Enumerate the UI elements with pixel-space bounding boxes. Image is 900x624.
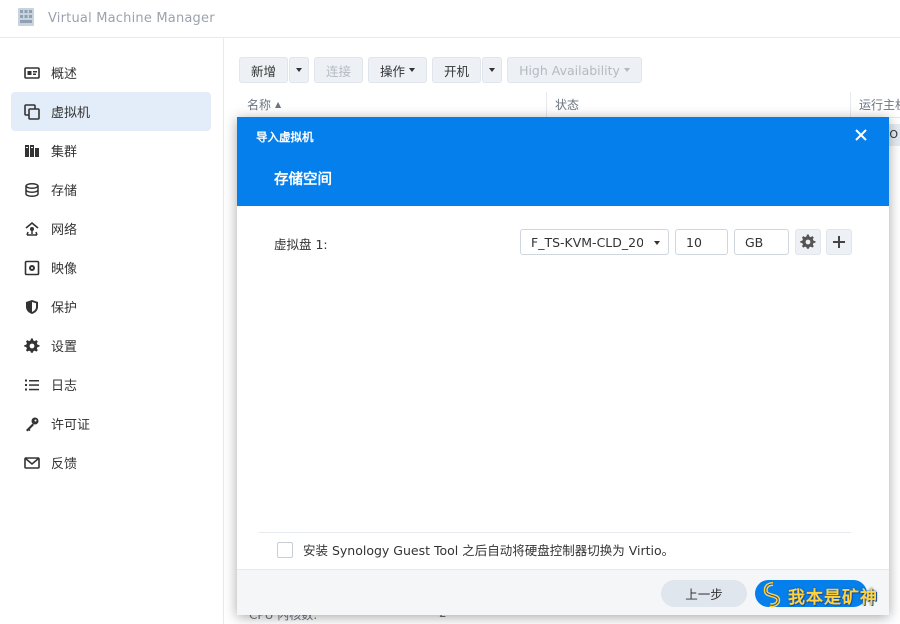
action-button-label: 操作 — [380, 63, 406, 79]
storage-icon — [23, 181, 41, 199]
gear-icon — [800, 234, 816, 249]
sidebar-item-label: 虚拟机 — [51, 106, 91, 121]
sidebar-item-network[interactable]: 网络 — [11, 209, 211, 248]
column-header-name[interactable]: 名称 ▲ — [239, 92, 547, 117]
mail-icon — [23, 454, 41, 472]
watermark: 我本是矿神 — [762, 578, 890, 612]
sidebar-item-license[interactable]: 许可证 — [11, 404, 211, 443]
sidebar-item-label: 许可证 — [51, 418, 91, 433]
action-button[interactable]: 操作 — [368, 57, 428, 83]
overview-icon — [23, 64, 41, 82]
chevron-down-icon — [296, 68, 303, 72]
dialog-title: 导入虚拟机 — [256, 130, 314, 144]
shield-icon — [23, 298, 41, 316]
sidebar-item-log[interactable]: 日志 — [11, 365, 211, 404]
step-title: 存储空间 — [274, 172, 332, 188]
sidebar: 概述 虚拟机 集群 存储 网络 映像 保护 设置 日志 许可证 反馈 — [0, 38, 224, 624]
plus-icon — [833, 236, 845, 248]
power-on-dropdown-button[interactable] — [482, 57, 503, 83]
connect-button[interactable]: 连接 — [314, 57, 364, 83]
guest-tool-option: 安装 Synology Guest Tool 之后自动将硬盘控制器切换为 Vir… — [277, 540, 674, 559]
toolbar: 新增 连接 操作 开机 High Availability — [239, 57, 642, 83]
column-header-label: 运行主机 — [859, 98, 900, 112]
column-header-label: 状态 — [555, 98, 580, 112]
log-list-icon — [23, 376, 41, 394]
storage-select-value: F_TS-KVM-CLD_20 — [531, 234, 643, 250]
watermark-text: 我本是矿神 — [788, 587, 878, 608]
disk-unit-select[interactable]: GB — [734, 229, 789, 255]
sidebar-item-label: 保护 — [51, 301, 78, 316]
high-availability-label: High Availability — [519, 62, 620, 78]
create-button[interactable]: 新增 — [239, 57, 289, 83]
sidebar-item-settings[interactable]: 设置 — [11, 326, 211, 365]
column-header-host[interactable]: 运行主机 — [851, 92, 900, 117]
sidebar-item-feedback[interactable]: 反馈 — [11, 443, 211, 482]
sidebar-item-label: 映像 — [51, 262, 78, 277]
disk-settings-button[interactable] — [795, 229, 821, 255]
close-icon[interactable] — [853, 127, 869, 143]
import-vm-dialog: 导入虚拟机 存储空间 虚拟盘 1: F_TS-KVM-CLD_20 GB 安装 … — [237, 117, 889, 615]
guest-tool-label: 安装 Synology Guest Tool 之后自动将硬盘控制器切换为 Vir… — [303, 543, 675, 558]
previous-button[interactable]: 上一步 — [661, 580, 747, 607]
sidebar-item-label: 日志 — [51, 379, 78, 394]
gear-icon — [23, 337, 41, 355]
add-disk-button[interactable] — [826, 229, 852, 255]
key-icon — [23, 415, 41, 433]
divider — [259, 532, 851, 533]
cluster-icon — [23, 142, 41, 160]
chevron-down-icon — [489, 68, 496, 72]
column-header-label: 名称 — [247, 98, 272, 112]
disk-size-input[interactable] — [675, 229, 728, 255]
watermark-logo-icon — [763, 582, 781, 608]
chevron-down-icon — [654, 241, 660, 245]
app-title: Virtual Machine Manager — [48, 11, 215, 26]
app-logo-icon — [16, 7, 36, 31]
create-dropdown-button[interactable] — [289, 57, 310, 83]
storage-select[interactable]: F_TS-KVM-CLD_20 — [520, 229, 669, 255]
sidebar-item-label: 概述 — [51, 67, 78, 82]
guest-tool-checkbox[interactable] — [277, 541, 293, 558]
sidebar-item-label: 反馈 — [51, 457, 78, 472]
sidebar-item-storage[interactable]: 存储 — [11, 170, 211, 209]
title-bar: Virtual Machine Manager — [0, 0, 900, 38]
sidebar-item-label: 网络 — [51, 223, 78, 238]
virtual-disk-label: 虚拟盘 1: — [274, 237, 328, 252]
sidebar-item-virtual-machine[interactable]: 虚拟机 — [11, 92, 211, 131]
sidebar-item-protection[interactable]: 保护 — [11, 287, 211, 326]
sidebar-item-label: 集群 — [51, 145, 78, 160]
virtual-disk-row: 虚拟盘 1: F_TS-KVM-CLD_20 GB — [274, 229, 854, 255]
image-icon — [23, 259, 41, 277]
sidebar-item-overview[interactable]: 概述 — [11, 53, 211, 92]
power-on-button[interactable]: 开机 — [432, 57, 482, 83]
chevron-down-icon — [409, 68, 416, 72]
network-icon — [23, 220, 41, 238]
virtual-machine-icon — [23, 103, 41, 121]
dialog-header: 导入虚拟机 存储空间 — [237, 117, 889, 206]
vm-grid-header: 名称 ▲ 状态 运行主机 — [239, 92, 900, 118]
sidebar-item-image[interactable]: 映像 — [11, 248, 211, 287]
high-availability-button[interactable]: High Availability — [507, 57, 642, 83]
column-header-status[interactable]: 状态 — [547, 92, 851, 117]
sidebar-item-cluster[interactable]: 集群 — [11, 131, 211, 170]
chevron-down-icon — [623, 68, 630, 72]
sidebar-item-label: 设置 — [51, 340, 78, 355]
sort-ascending-icon: ▲ — [275, 100, 282, 109]
sidebar-item-label: 存储 — [51, 184, 78, 199]
